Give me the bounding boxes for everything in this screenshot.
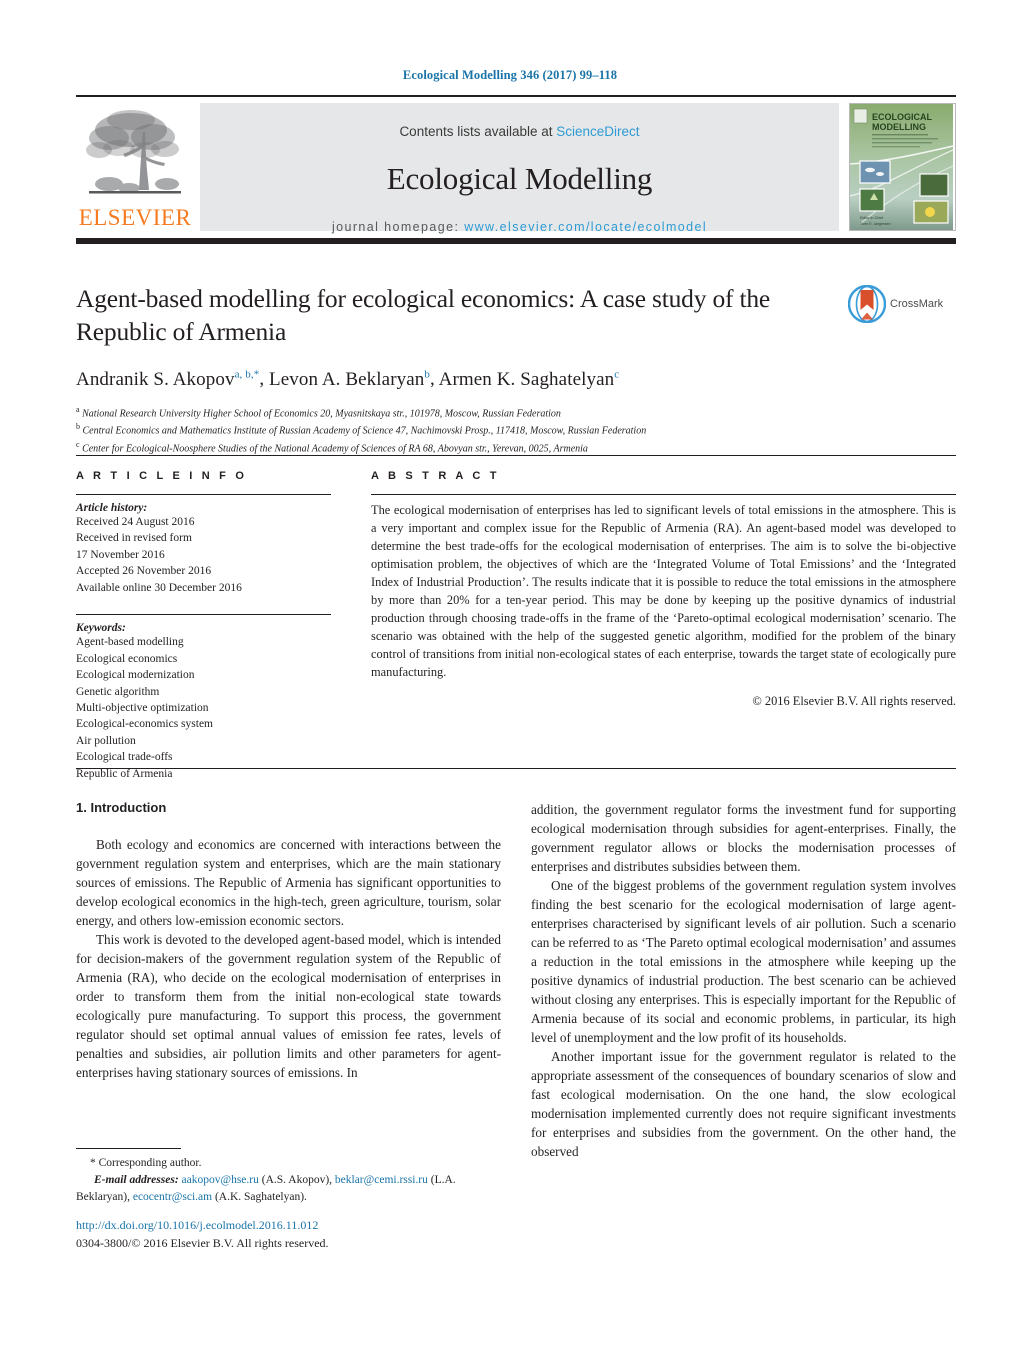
keywords-rule bbox=[76, 614, 331, 616]
affiliation-list: a National Research University Higher Sc… bbox=[76, 404, 956, 457]
keywords-block: Keywords: Agent-based modelling Ecologic… bbox=[76, 614, 331, 782]
keywords-label: Keywords: bbox=[76, 622, 126, 635]
affiliation-a-mark: a bbox=[76, 404, 80, 414]
journal-masthead: ELSEVIER Contents lists available at Sci… bbox=[76, 95, 956, 244]
history-item: Received 24 August 2016 bbox=[76, 516, 195, 528]
elsevier-wordmark: ELSEVIER bbox=[78, 204, 192, 230]
homepage-prefix: journal homepage: bbox=[331, 219, 465, 234]
contents-prefix: Contents lists available at bbox=[399, 123, 557, 139]
keyword-item: Ecological economics bbox=[76, 652, 178, 665]
body-paragraph: Both ecology and economics are concerned… bbox=[76, 837, 501, 928]
masthead-center-panel: Contents lists available at ScienceDirec… bbox=[200, 102, 839, 234]
footnote-rule bbox=[76, 1148, 181, 1150]
doi-block: http://dx.doi.org/10.1016/j.ecolmodel.20… bbox=[76, 1216, 536, 1252]
abstract-copyright: © 2016 Elsevier B.V. All rights reserved… bbox=[752, 694, 956, 709]
article-info-rule bbox=[76, 494, 331, 495]
body-paragraph: This work is devoted to the developed ag… bbox=[76, 932, 501, 1080]
affiliation-b-text: Central Economics and Mathematics Instit… bbox=[82, 425, 647, 437]
body-paragraph: One of the biggest problems of the gover… bbox=[531, 878, 956, 1045]
page-title: Agent-based modelling for ecological eco… bbox=[76, 284, 771, 346]
crossmark-label: CrossMark bbox=[890, 298, 944, 310]
article-page: Ecological Modelling 346 (2017) 99–118 E… bbox=[0, 0, 1020, 1351]
keyword-item: Ecological trade-offs bbox=[76, 751, 173, 764]
affiliation-a: a National Research University Higher Sc… bbox=[76, 404, 956, 422]
history-item: 17 November 2016 bbox=[76, 548, 165, 561]
article-info-column: A R T I C L E I N F O Article history: R… bbox=[76, 470, 331, 782]
keyword-item: Multi-objective optimization bbox=[76, 701, 209, 714]
cover-artwork-icon: ECOLOGICAL MODELLING Editor-in-Chief Sve… bbox=[850, 103, 954, 230]
keyword-item: Ecological modernization bbox=[76, 669, 195, 682]
email-link-beklaryan[interactable]: beklar@cemi.rssi.ru bbox=[335, 1174, 428, 1186]
body-left-column: 1. Introduction Both ecology and economi… bbox=[76, 800, 501, 1161]
info-section-top-rule bbox=[76, 455, 956, 457]
keyword-item: Ecological-economics system bbox=[76, 718, 214, 731]
elsevier-logo: ELSEVIER bbox=[76, 103, 194, 231]
abstract-column: A B S T R A C T The ecological modernisa… bbox=[371, 470, 956, 782]
email-person-saghatelyan: (A.K. Saghatelyan). bbox=[214, 1190, 307, 1203]
homepage-url-link[interactable]: www.elsevier.com/locate/ecolmodel bbox=[464, 220, 707, 234]
doi-link[interactable]: http://dx.doi.org/10.1016/j.ecolmodel.20… bbox=[76, 1216, 536, 1234]
svg-text:Sven E. Jørgensen: Sven E. Jørgensen bbox=[860, 222, 891, 226]
history-item: Received in revised form bbox=[76, 532, 192, 545]
running-head: Ecological Modelling 346 (2017) 99–118 bbox=[402, 68, 618, 82]
affiliation-b-mark: b bbox=[76, 422, 80, 432]
author-2: Levon A. Beklaryanb bbox=[269, 368, 430, 390]
email-person-akopov: (A.S. Akopov), bbox=[261, 1173, 333, 1186]
author-list: Andranik S. Akopova, b,*, Levon A. Bekla… bbox=[76, 368, 956, 390]
elsevier-tree-icon bbox=[86, 109, 181, 193]
masthead-top-rule bbox=[76, 95, 956, 97]
journal-homepage-line: journal homepage: www.elsevier.com/locat… bbox=[200, 220, 839, 234]
keyword-item: Air pollution bbox=[76, 734, 136, 747]
abstract-heading: A B S T R A C T bbox=[371, 470, 500, 482]
crossmark-badge[interactable]: CrossMark bbox=[848, 285, 956, 323]
keyword-item: Genetic algorithm bbox=[76, 685, 160, 698]
article-history-label: Article history: bbox=[76, 502, 148, 514]
body-paragraph: Another important issue for the governme… bbox=[531, 1049, 956, 1159]
contents-available-line: Contents lists available at ScienceDirec… bbox=[200, 103, 839, 139]
article-info-heading: A R T I C L E I N F O bbox=[76, 470, 248, 482]
email-link-saghatelyan[interactable]: ecocentr@sci.am bbox=[133, 1191, 212, 1203]
masthead-row: ELSEVIER Contents lists available at Sci… bbox=[76, 102, 956, 234]
body-right-column: addition, the government regulator forms… bbox=[531, 800, 956, 1161]
abstract-text: The ecological modernisation of enterpri… bbox=[371, 503, 956, 679]
masthead-bottom-rule bbox=[76, 237, 956, 244]
issn-copyright: 0304-3800/© 2016 Elsevier B.V. All right… bbox=[76, 1236, 329, 1250]
sciencedirect-link[interactable]: ScienceDirect bbox=[556, 124, 639, 139]
info-abstract-section: A R T I C L E I N F O Article history: R… bbox=[76, 470, 956, 782]
affiliation-c-text: Center for Ecological-Noosphere Studies … bbox=[82, 443, 588, 455]
svg-text:Editor-in-Chief: Editor-in-Chief bbox=[860, 216, 883, 220]
history-item: Available online 30 December 2016 bbox=[76, 581, 242, 594]
section-title-introduction: 1. Introduction bbox=[76, 800, 167, 815]
body-paragraph: addition, the government regulator forms… bbox=[531, 802, 956, 874]
crossmark-icon bbox=[848, 285, 886, 323]
svg-text:ECOLOGICAL: ECOLOGICAL bbox=[872, 112, 933, 122]
author-1: Andranik S. Akopova, b,* bbox=[76, 368, 260, 390]
corresponding-author-note: * Corresponding author. bbox=[90, 1157, 202, 1170]
email-link-akopov[interactable]: aakopov@hse.ru bbox=[182, 1174, 259, 1186]
affiliation-c-mark: c bbox=[76, 440, 80, 450]
author-sep-1: , bbox=[259, 368, 270, 390]
footnote-block: * Corresponding author. E-mail addresses… bbox=[76, 1148, 501, 1205]
body-top-rule bbox=[76, 768, 956, 770]
body-columns: 1. Introduction Both ecology and economi… bbox=[76, 800, 956, 1161]
author-3: Armen K. Saghatelyanc bbox=[438, 368, 620, 390]
affiliation-a-text: National Research University Higher Scho… bbox=[82, 407, 561, 419]
email-addresses-line: E-mail addresses: aakopov@hse.ru (A.S. A… bbox=[76, 1172, 501, 1205]
journal-cover-thumbnail: ECOLOGICAL MODELLING Editor-in-Chief Sve… bbox=[849, 102, 956, 231]
abstract-rule bbox=[371, 494, 956, 495]
title-block: Agent-based modelling for ecological eco… bbox=[76, 283, 956, 457]
author-3-affil-marks: c bbox=[614, 368, 620, 381]
keyword-item: Agent-based modelling bbox=[76, 636, 184, 649]
history-item: Accepted 26 November 2016 bbox=[76, 565, 212, 578]
author-sep-2: , bbox=[429, 368, 439, 390]
journal-title: Ecological Modelling bbox=[386, 160, 653, 196]
author-1-affil-marks: a, b, bbox=[234, 368, 254, 381]
affiliation-b: b Central Economics and Mathematics Inst… bbox=[76, 421, 956, 439]
email-addresses-label: E-mail addresses: bbox=[94, 1173, 179, 1186]
svg-text:MODELLING: MODELLING bbox=[872, 122, 926, 132]
